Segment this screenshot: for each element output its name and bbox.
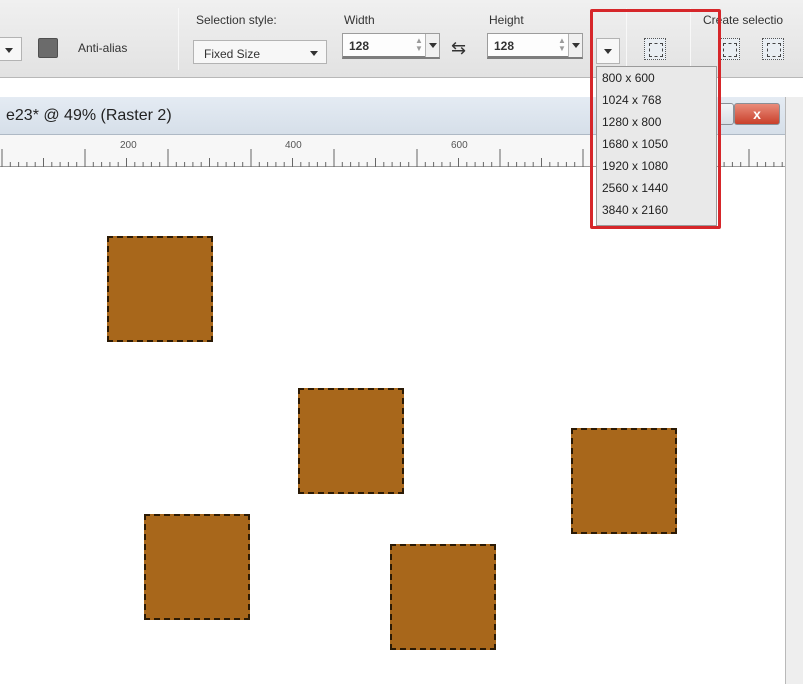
create-selection-icon[interactable]: [718, 38, 740, 60]
selection-style-value: Fixed Size: [204, 47, 261, 61]
height-preset-dropdown[interactable]: [568, 34, 582, 57]
close-icon: x: [753, 106, 761, 122]
width-value: 128: [349, 39, 370, 53]
antialias-label: Anti-alias: [78, 41, 128, 55]
selection-style-label: Selection style:: [196, 13, 277, 27]
width-label: Width: [344, 13, 375, 27]
height-label: Height: [489, 13, 524, 27]
selected-square[interactable]: [390, 544, 496, 650]
spin-arrows-icon[interactable]: ▲ ▼: [557, 37, 567, 53]
selected-square[interactable]: [144, 514, 250, 620]
highlight-annotation: [590, 9, 721, 229]
create-selection-from-layer-icon[interactable]: [762, 38, 784, 60]
selected-square[interactable]: [571, 428, 677, 534]
height-input[interactable]: 128 ▲ ▼: [487, 33, 583, 59]
swap-dimensions-icon[interactable]: ⇆: [451, 38, 466, 59]
spin-arrows-icon[interactable]: ▲ ▼: [414, 37, 424, 53]
selected-square[interactable]: [107, 236, 213, 342]
image-canvas[interactable]: [0, 167, 785, 684]
ruler-label-400: 400: [285, 140, 302, 151]
selected-square[interactable]: [298, 388, 404, 494]
height-value: 128: [494, 39, 515, 53]
width-preset-dropdown[interactable]: [425, 34, 439, 57]
close-button[interactable]: x: [734, 103, 780, 125]
width-input[interactable]: 128 ▲ ▼: [342, 33, 440, 59]
vertical-scrollbar[interactable]: [785, 97, 803, 684]
document-title: e23* @ 49% (Raster 2): [6, 107, 172, 124]
ruler-label-200: 200: [120, 140, 137, 151]
antialias-checkbox[interactable]: [38, 38, 58, 58]
toolbar-divider: [178, 8, 179, 70]
ruler-label-600: 600: [451, 140, 468, 151]
previous-dropdown[interactable]: [0, 37, 22, 61]
selection-style-dropdown[interactable]: Fixed Size: [193, 40, 327, 64]
chevron-down-icon: [310, 51, 318, 56]
